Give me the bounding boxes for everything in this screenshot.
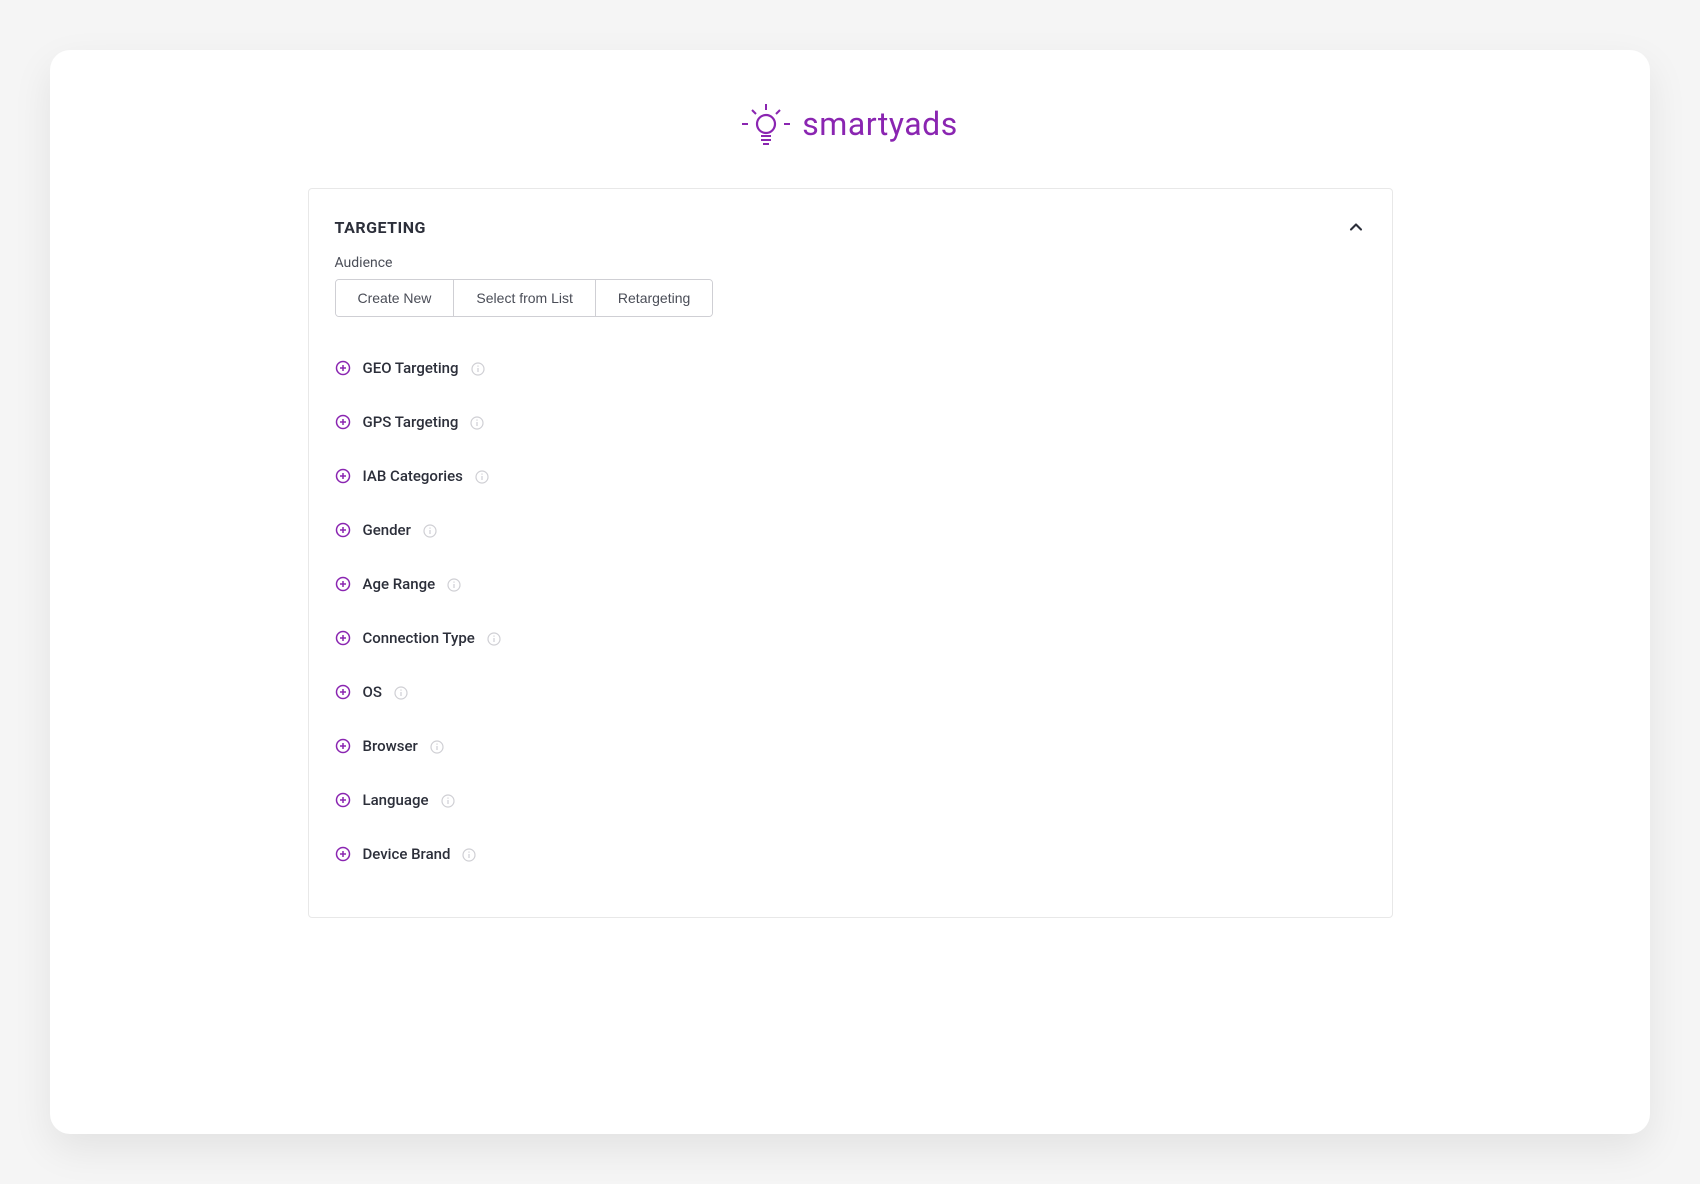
targeting-item-language[interactable]: Language <box>335 773 1366 827</box>
targeting-item-label: Age Range <box>363 575 436 593</box>
plus-circle-icon <box>335 738 351 754</box>
retargeting-button[interactable]: Retargeting <box>596 280 712 316</box>
targeting-item-os[interactable]: OS <box>335 665 1366 719</box>
plus-circle-icon <box>335 684 351 700</box>
info-icon[interactable] <box>394 685 408 699</box>
info-icon[interactable] <box>447 577 461 591</box>
plus-circle-icon <box>335 360 351 376</box>
chevron-up-icon[interactable] <box>1346 217 1366 237</box>
targeting-item-gender[interactable]: Gender <box>335 503 1366 557</box>
targeting-panel: TARGETING Audience Create New Select fro… <box>308 188 1393 918</box>
targeting-item-label: Connection Type <box>363 629 475 647</box>
audience-button-group: Create New Select from List Retargeting <box>335 279 714 317</box>
plus-circle-icon <box>335 792 351 808</box>
plus-circle-icon <box>335 846 351 862</box>
targeting-item-iab[interactable]: IAB Categories <box>335 449 1366 503</box>
targeting-item-label: IAB Categories <box>363 467 463 485</box>
targeting-item-connection-type[interactable]: Connection Type <box>335 611 1366 665</box>
targeting-item-label: Language <box>363 791 429 809</box>
targeting-item-label: GEO Targeting <box>363 359 459 377</box>
targeting-item-age-range[interactable]: Age Range <box>335 557 1366 611</box>
targeting-item-device-brand[interactable]: Device Brand <box>335 827 1366 881</box>
info-icon[interactable] <box>430 739 444 753</box>
plus-circle-icon <box>335 468 351 484</box>
targeting-item-geo[interactable]: GEO Targeting <box>335 341 1366 395</box>
panel-header: TARGETING <box>335 217 1366 237</box>
targeting-item-label: Gender <box>363 521 411 539</box>
lightbulb-icon <box>742 100 790 148</box>
brand-logo: smartyads <box>742 100 957 148</box>
targeting-item-label: Browser <box>363 737 418 755</box>
targeting-item-label: Device Brand <box>363 845 451 863</box>
targeting-item-label: GPS Targeting <box>363 413 459 431</box>
plus-circle-icon <box>335 522 351 538</box>
info-icon[interactable] <box>471 361 485 375</box>
targeting-items-list: GEO Targeting GPS Targeting IAB Categori… <box>335 341 1366 881</box>
plus-circle-icon <box>335 576 351 592</box>
plus-circle-icon <box>335 414 351 430</box>
info-icon[interactable] <box>470 415 484 429</box>
targeting-item-label: OS <box>363 683 382 701</box>
select-from-list-button[interactable]: Select from List <box>454 280 595 316</box>
info-icon[interactable] <box>462 847 476 861</box>
panel-title: TARGETING <box>335 218 426 237</box>
brand-name: smartyads <box>802 105 957 143</box>
app-card: smartyads TARGETING Audience Create New … <box>50 50 1650 1134</box>
info-icon[interactable] <box>423 523 437 537</box>
plus-circle-icon <box>335 630 351 646</box>
create-new-button[interactable]: Create New <box>336 280 455 316</box>
audience-label: Audience <box>335 255 1366 271</box>
targeting-item-gps[interactable]: GPS Targeting <box>335 395 1366 449</box>
info-icon[interactable] <box>441 793 455 807</box>
info-icon[interactable] <box>475 469 489 483</box>
targeting-item-browser[interactable]: Browser <box>335 719 1366 773</box>
info-icon[interactable] <box>487 631 501 645</box>
